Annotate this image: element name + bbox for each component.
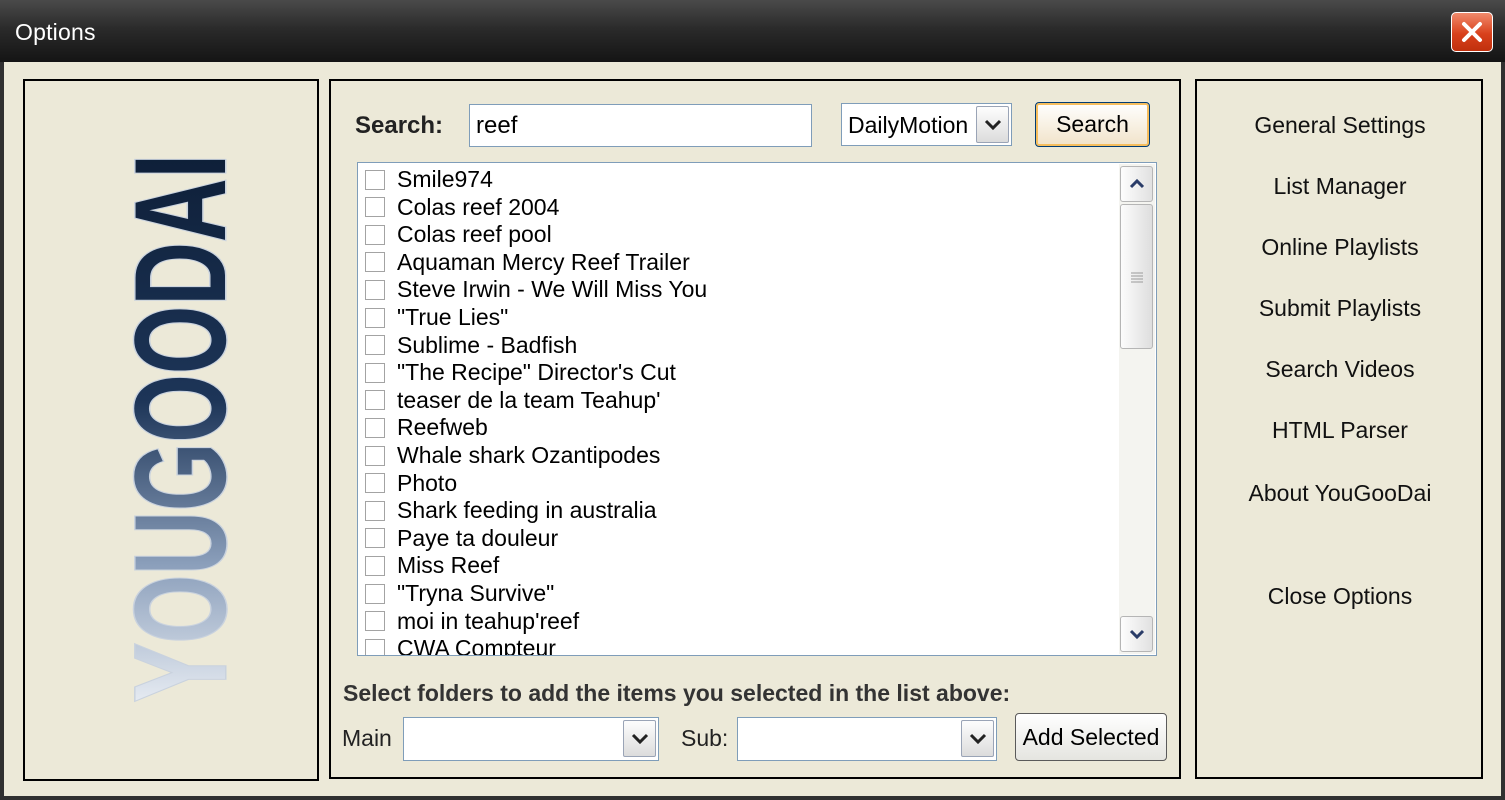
list-item-label: Sublime - Badfish [397, 331, 578, 358]
nav-item-general-settings[interactable]: General Settings [1197, 112, 1483, 139]
list-item-label: "The Recipe" Director's Cut [397, 359, 676, 386]
list-item[interactable]: Sublime - Badfish [365, 332, 577, 359]
chevron-up-icon [1129, 178, 1144, 189]
list-item-checkbox[interactable] [365, 390, 385, 411]
list-item[interactable]: "True Lies" [365, 304, 508, 331]
close-icon [1462, 22, 1482, 42]
list-item-checkbox[interactable] [365, 197, 385, 218]
search-input[interactable] [469, 104, 812, 147]
list-item-label: "Tryna Survive" [397, 580, 555, 606]
nav-item-about-yougoodai[interactable]: About YouGooDai [1197, 480, 1483, 507]
list-item[interactable]: Colas reef 2004 [365, 194, 559, 221]
list-item-checkbox[interactable] [365, 473, 385, 494]
list-item-checkbox[interactable] [365, 611, 385, 632]
provider-dropdown-button[interactable] [976, 106, 1009, 143]
chevron-down-icon [969, 733, 986, 744]
main-folder-select[interactable] [403, 717, 659, 761]
list-item-label: Whale shark Ozantipodes [397, 442, 661, 468]
results-list[interactable]: Smile974 Colas reef 2004 Colas reef pool Aq… [357, 162, 1157, 656]
list-item-label: Aquaman Mercy Reef Trailer [397, 248, 690, 275]
list-item-checkbox[interactable] [365, 445, 385, 466]
list-item-checkbox[interactable] [365, 169, 385, 190]
list-item-checkbox[interactable] [365, 362, 385, 383]
list-item[interactable]: Whale shark Ozantipodes [365, 442, 660, 469]
list-item-checkbox[interactable] [365, 224, 385, 245]
main-folder-label: Main [342, 725, 392, 751]
folders-instruction: Select folders to add the items you sele… [343, 680, 1011, 706]
chevron-down-icon [631, 733, 648, 744]
scroll-down-button[interactable] [1120, 616, 1153, 652]
list-item-checkbox[interactable] [365, 583, 385, 604]
list-item-label: moi in teahup'reef [397, 607, 580, 634]
provider-select[interactable]: DailyMotion [841, 103, 1012, 146]
list-item-checkbox[interactable] [365, 500, 385, 521]
list-item-checkbox[interactable] [365, 528, 385, 549]
list-item[interactable]: Reefweb [365, 414, 488, 441]
list-item[interactable]: "The Recipe" Director's Cut [365, 359, 676, 386]
list-item-checkbox[interactable] [365, 252, 385, 273]
main-folder-dropdown-button[interactable] [623, 720, 656, 757]
scroll-up-button[interactable] [1120, 166, 1153, 202]
list-item-label: Smile974 [397, 166, 493, 192]
list-item-label: "True Lies" [397, 304, 509, 330]
logo-panel [23, 79, 319, 781]
list-item[interactable]: "Tryna Survive" [365, 580, 554, 607]
list-item-label: Reefweb [397, 414, 488, 441]
list-item[interactable]: Miss Reef [365, 552, 499, 579]
list-item[interactable]: Aquaman Mercy Reef Trailer [365, 249, 690, 276]
list-item-label: Colas reef pool [397, 221, 552, 248]
list-item-label: Photo [397, 469, 458, 496]
list-item-label: Shark feeding in australia [397, 497, 657, 524]
list-item[interactable]: moi in teahup'reef [365, 608, 579, 635]
list-item[interactable]: Steve Irwin - We Will Miss You [365, 276, 707, 303]
list-item-checkbox[interactable] [365, 555, 385, 576]
list-item-checkbox[interactable] [365, 638, 385, 655]
sub-folder-select[interactable] [737, 717, 997, 761]
nav-item-search-videos[interactable]: Search Videos [1197, 356, 1483, 383]
list-item-label: Colas reef 2004 [397, 193, 560, 220]
grip-icon [1130, 272, 1143, 282]
title-bar: Options [0, 0, 1505, 62]
provider-value: DailyMotion [848, 112, 969, 138]
list-item[interactable]: Shark feeding in australia [365, 497, 657, 524]
search-button[interactable]: Search [1035, 102, 1150, 147]
list-item-checkbox[interactable] [365, 279, 385, 300]
list-item-checkbox[interactable] [365, 307, 385, 328]
sub-folder-dropdown-button[interactable] [961, 720, 994, 757]
nav-item-list-manager[interactable]: List Manager [1197, 173, 1483, 200]
list-item-checkbox[interactable] [365, 417, 385, 438]
list-item-label: teaser de la team Teahup' [397, 386, 661, 413]
list-item[interactable]: CWA Compteur [365, 635, 556, 656]
list-item-label: Miss Reef [397, 552, 500, 579]
nav-item-submit-playlists[interactable]: Submit Playlists [1197, 295, 1483, 322]
chevron-down-icon [1129, 629, 1144, 640]
list-item[interactable]: Paye ta douleur [365, 525, 558, 552]
window-title: Options [15, 19, 96, 45]
list-item-label: Steve Irwin - We Will Miss You [397, 276, 708, 303]
add-selected-button[interactable]: Add Selected [1015, 713, 1167, 761]
scroll-thumb[interactable] [1120, 204, 1153, 349]
nav-item-online-playlists[interactable]: Online Playlists [1197, 234, 1483, 261]
list-item[interactable]: Photo [365, 470, 457, 497]
list-item-label: Paye ta douleur [397, 524, 559, 551]
chevron-down-icon [984, 119, 1001, 130]
list-item-checkbox[interactable] [365, 335, 385, 356]
list-item[interactable]: Smile974 [365, 166, 493, 193]
search-label: Search: [355, 112, 444, 139]
nav-close-options[interactable]: Close Options [1197, 583, 1483, 610]
sub-folder-label: Sub: [681, 725, 729, 751]
list-item-label: CWA Compteur [397, 635, 556, 656]
list-item[interactable]: Colas reef pool [365, 221, 552, 248]
results-scrollbar[interactable] [1119, 164, 1155, 654]
list-item[interactable]: teaser de la team Teahup' [365, 387, 661, 414]
nav-item-html-parser[interactable]: HTML Parser [1197, 417, 1483, 444]
close-button[interactable] [1451, 12, 1493, 52]
